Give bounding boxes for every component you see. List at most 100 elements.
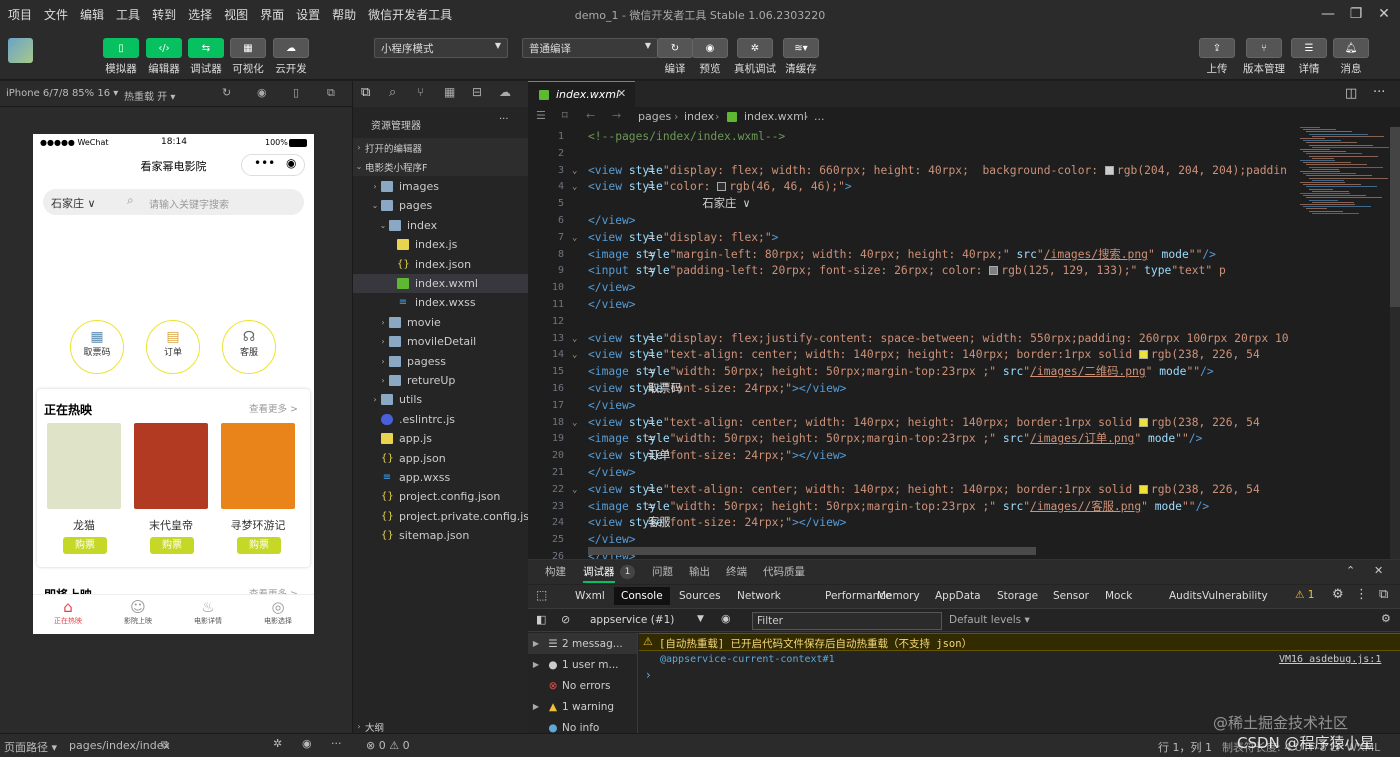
split-editor-icon[interactable]: ◫ — [1345, 86, 1357, 101]
levels-select[interactable]: Default levels ▾ — [949, 614, 1030, 626]
warning-count[interactable]: ⚠ 1 — [1295, 589, 1314, 601]
city-select[interactable]: 石家庄 ∨ — [51, 195, 96, 211]
tree-item[interactable]: › retureUp — [353, 371, 529, 390]
tree-item[interactable]: index.js — [353, 235, 529, 254]
simulator-button[interactable]: ▯ 模拟器 — [103, 38, 139, 76]
compile-select[interactable]: 普通编译 ▼ — [522, 38, 658, 58]
devtools-tab[interactable]: Vulnerability — [1195, 587, 1275, 605]
fold-icon[interactable]: ⌄ — [572, 331, 577, 348]
more-icon[interactable]: ··· — [499, 114, 509, 125]
vertical-scrollbar[interactable] — [1390, 127, 1400, 559]
devtools-tab[interactable]: Memory — [870, 587, 927, 605]
page-path-label[interactable]: 页面路径 ▾ — [4, 739, 57, 755]
ticket-code-button[interactable]: ▦ 取票码 — [70, 320, 124, 374]
fold-icon[interactable]: ⌄ — [572, 415, 577, 432]
tree-item[interactable]: {} project.config.json — [353, 487, 529, 506]
clear-console-icon[interactable]: ⊘ — [561, 613, 570, 626]
more-icon[interactable]: ··· — [1373, 85, 1385, 100]
real-debug-button[interactable]: ✲ 真机调试 — [734, 38, 776, 76]
upload-button[interactable]: ⇪ 上传 — [1199, 38, 1235, 76]
gear-icon[interactable]: ⚙ — [1332, 587, 1344, 602]
more-vertical-icon[interactable]: ⋮ — [1355, 587, 1368, 602]
menu-item[interactable]: 项目 — [2, 6, 38, 23]
mode-select[interactable]: 小程序模式 ▼ — [374, 38, 508, 58]
menu-item[interactable]: 选择 — [182, 6, 218, 23]
forward-icon[interactable]: → — [612, 109, 621, 122]
phone-tab[interactable]: ⌂ 正在热映 — [33, 598, 103, 626]
bug-icon[interactable]: ✲ — [273, 737, 282, 750]
collapse-icon[interactable]: ⌃ — [1346, 564, 1355, 577]
menu-item[interactable]: 界面 — [254, 6, 290, 23]
tree-item[interactable]: index.wxml — [353, 274, 529, 293]
movie-poster[interactable] — [221, 423, 295, 509]
debug-tab[interactable]: 终端 — [726, 561, 747, 583]
clear-cache-button[interactable]: ≋▾ 清缓存 — [783, 38, 819, 76]
tree-item[interactable]: ≡ app.wxss — [353, 468, 529, 487]
cursor-position[interactable]: 行 1，列 1 — [1158, 739, 1212, 755]
undock-icon[interactable]: ⧉ — [1379, 587, 1388, 602]
color-swatch[interactable] — [1138, 350, 1148, 360]
version-button[interactable]: ⑂ 版本管理 — [1243, 38, 1285, 76]
close-window-icon[interactable]: ✕ — [1374, 4, 1394, 24]
movie-poster[interactable] — [134, 423, 208, 509]
close-tab-icon[interactable]: ✕ — [617, 87, 626, 100]
phone-tab[interactable]: ◎ 电影选择 — [243, 598, 313, 626]
color-swatch[interactable] — [717, 182, 727, 192]
phone-tab[interactable]: ☺ 影院上映 — [103, 598, 173, 626]
breadcrumb-pages[interactable]: pages — [638, 110, 671, 123]
back-icon[interactable]: ← — [586, 109, 595, 122]
bookmark-icon[interactable]: ⌑ — [562, 109, 568, 122]
code-area[interactable]: 1 <!--pages/index/index.wxml--> 2 3 ⌄ <view s… — [528, 127, 1288, 559]
breadcrumb-file[interactable]: index.wxml — [744, 110, 807, 123]
menu-item[interactable]: 工具 — [110, 6, 146, 23]
devtools-tab[interactable]: Network — [730, 587, 788, 605]
messages-button[interactable]: 🔔︎ 消息 — [1333, 38, 1369, 76]
visual-button[interactable]: ▦ 可视化 — [230, 38, 266, 76]
eye-icon[interactable]: ◉ — [721, 612, 731, 625]
debug-icon[interactable]: ⊟ — [472, 85, 482, 99]
record-icon[interactable]: ◉ — [257, 86, 267, 99]
debug-tab[interactable]: 构建 — [545, 561, 566, 583]
close-app-icon[interactable]: ◉ — [286, 156, 296, 170]
breadcrumb-more[interactable]: ... — [814, 110, 825, 123]
hot-reload-select[interactable]: 热重载 开 ▾ — [124, 88, 175, 103]
devtools-tab[interactable]: Sources — [672, 587, 728, 605]
horizontal-scrollbar[interactable] — [588, 547, 1036, 555]
tree-item[interactable]: ⌄ index — [353, 216, 529, 235]
source-link[interactable]: VM16 asdebug.js:1 — [1279, 654, 1381, 665]
tree-item[interactable]: .eslintrc.js — [353, 410, 529, 429]
files-icon[interactable]: ⧉ — [361, 85, 370, 100]
fold-icon[interactable]: ⌄ — [572, 230, 577, 247]
phone-tab[interactable]: ♨ 电影详情 — [173, 598, 243, 626]
tree-item[interactable]: ⌄ pages — [353, 196, 529, 215]
popout-icon[interactable]: ⧉ — [327, 86, 335, 100]
fold-icon[interactable]: ⌄ — [572, 347, 577, 364]
more-icon[interactable]: ••• — [254, 156, 275, 170]
git-icon[interactable]: ⑂ — [417, 85, 424, 99]
problems-count[interactable]: ⊗ 0 ⚠ 0 — [366, 739, 410, 752]
gear-icon[interactable]: ⚙ — [1381, 612, 1391, 625]
copy-icon[interactable]: ⧉ — [161, 738, 169, 752]
debug-tab[interactable]: 输出 — [689, 561, 710, 583]
editor-button[interactable]: ‹/› 编辑器 — [146, 38, 182, 76]
console-filter-item[interactable]: ▶ ▲ 1 warning — [528, 696, 637, 717]
breadcrumb-index[interactable]: index — [684, 110, 714, 123]
tree-item[interactable]: › pagess — [353, 352, 529, 371]
eye-icon[interactable]: ◉ — [302, 737, 312, 750]
menu-item[interactable]: 视图 — [218, 6, 254, 23]
more-icon[interactable]: ··· — [331, 737, 342, 750]
devtools-tab[interactable]: Sensor — [1046, 587, 1096, 605]
console-filter-item[interactable]: ● No info — [528, 717, 637, 734]
devtools-tab[interactable]: Storage — [990, 587, 1045, 605]
minimize-icon[interactable]: — — [1318, 4, 1338, 24]
devtools-tab[interactable]: Mock — [1098, 587, 1139, 605]
fold-icon[interactable]: ⌄ — [572, 482, 577, 499]
tree-item[interactable]: › images — [353, 177, 529, 196]
details-button[interactable]: ☰ 详情 — [1291, 38, 1327, 76]
close-panel-icon[interactable]: ✕ — [1374, 564, 1383, 577]
service-button[interactable]: ☊ 客服 — [222, 320, 276, 374]
refresh-icon[interactable]: ↻ — [222, 86, 231, 99]
buy-ticket-button[interactable]: 购票 — [63, 537, 107, 554]
tab-index-wxml[interactable]: index.wxml ✕ — [528, 81, 635, 107]
tree-item[interactable]: {} app.json — [353, 449, 529, 468]
